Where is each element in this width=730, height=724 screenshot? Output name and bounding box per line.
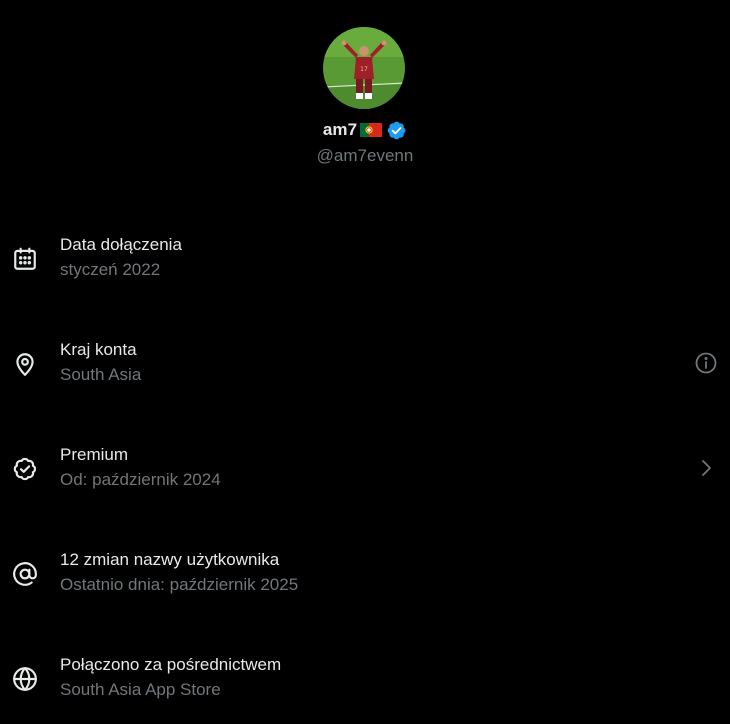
- at-sign-icon: [12, 561, 38, 587]
- info-icon[interactable]: [694, 351, 718, 375]
- portugal-flag-icon: [360, 122, 383, 138]
- row-title: Premium: [60, 445, 129, 464]
- row-title: Data dołączenia: [60, 235, 182, 254]
- row-title: Połączono za pośrednictwem: [60, 655, 282, 674]
- username-handle: @am7evenn: [316, 146, 414, 165]
- row-subtitle: styczeń 2022: [60, 260, 161, 279]
- info-row-username-changes: 12 zmian nazwy użytkownika Ostatnio dnia…: [0, 549, 730, 619]
- row-subtitle: Ostatnio dnia: październik 2025: [60, 575, 299, 594]
- verified-badge-icon[interactable]: [386, 120, 407, 141]
- avatar-photo: 17: [323, 27, 405, 109]
- location-pin-icon: [12, 351, 38, 377]
- avatar[interactable]: 17: [323, 27, 405, 109]
- display-name: am7: [322, 120, 358, 139]
- row-subtitle: Od: październik 2024: [60, 470, 221, 489]
- row-subtitle: South Asia App Store: [60, 680, 221, 699]
- profile-header: 17 am7 @am7evenn: [0, 0, 730, 175]
- globe-icon: [12, 666, 38, 692]
- row-title: Kraj konta: [60, 340, 137, 359]
- info-row-country: Kraj konta South Asia: [0, 339, 730, 409]
- info-row-connected-via: Połączono za pośrednictwem South Asia Ap…: [0, 654, 730, 724]
- info-row-joined: Data dołączenia styczeń 2022: [0, 234, 730, 304]
- name-row: am7: [0, 119, 730, 141]
- row-title: 12 zmian nazwy użytkownika: [60, 550, 280, 569]
- calendar-icon: [12, 246, 38, 272]
- svg-text:17: 17: [360, 66, 368, 73]
- row-subtitle: South Asia: [60, 365, 142, 384]
- verified-check-icon: [12, 456, 38, 482]
- info-row-premium[interactable]: Premium Od: październik 2024: [0, 444, 730, 514]
- chevron-right-icon[interactable]: [694, 456, 718, 480]
